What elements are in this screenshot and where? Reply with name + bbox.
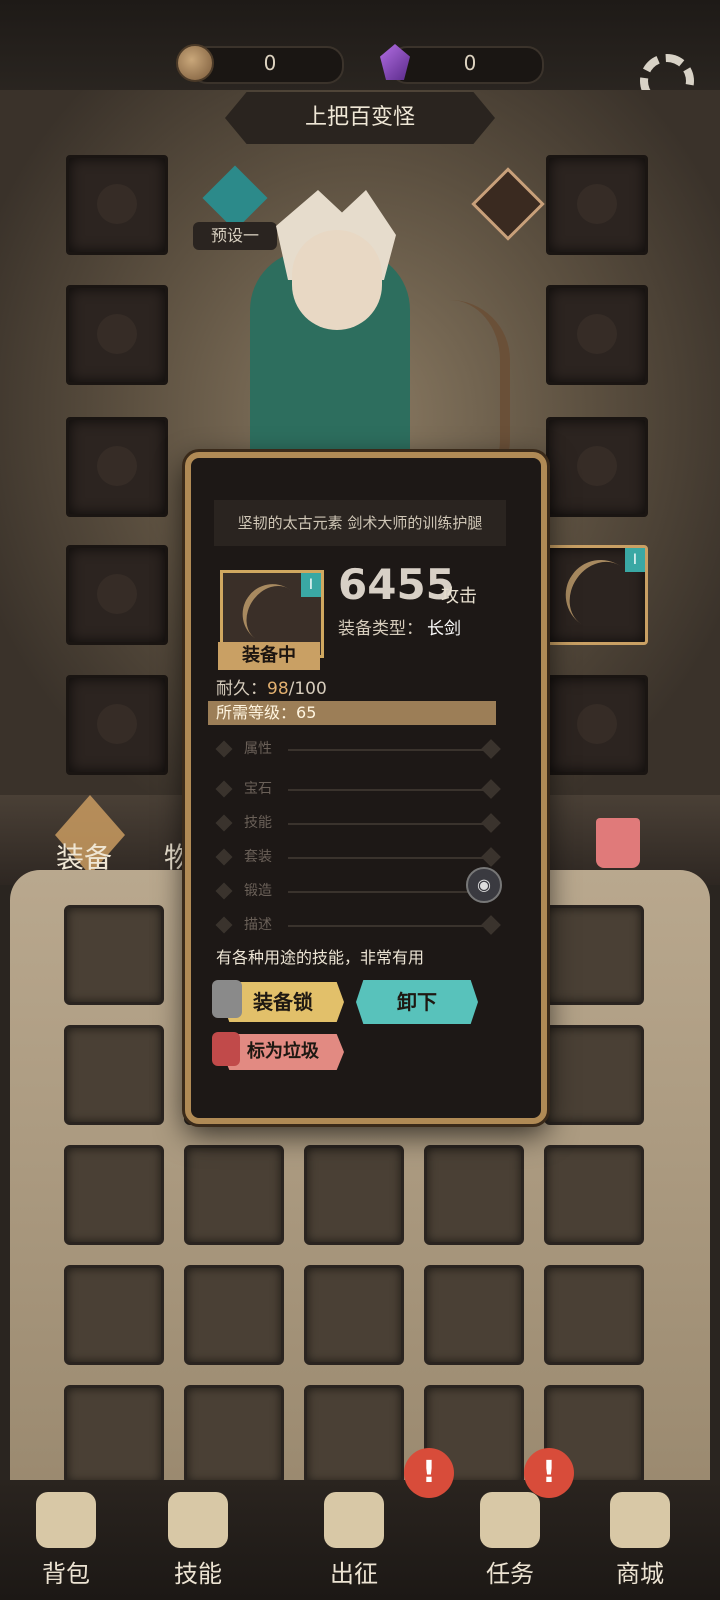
inventory-slot[interactable] [184, 1145, 284, 1245]
equip-slot-boots[interactable] [66, 675, 168, 775]
section-label: 套装 [244, 849, 272, 865]
coin-value: 0 [263, 51, 277, 75]
inventory-slot[interactable] [544, 1265, 644, 1365]
trash-flask-icon [212, 1032, 240, 1066]
tier-badge: I [625, 548, 645, 572]
boots-icon [97, 704, 137, 744]
preset-label[interactable]: 预设一 [193, 222, 277, 250]
eye-icon[interactable]: ◉ [466, 867, 502, 903]
inventory-slot[interactable] [424, 1265, 524, 1365]
equip-slot-helmet[interactable] [66, 155, 168, 255]
tier-badge: I [301, 573, 321, 597]
inventory-slot[interactable] [184, 1265, 284, 1365]
loadout-title: 上把百变怪 [225, 92, 495, 144]
durability-row: 耐久：98/100 [216, 674, 327, 699]
equip-type-label: 装备类型： [338, 619, 423, 639]
gloves-icon [97, 446, 137, 486]
nav-label: 技能 [174, 1560, 222, 1588]
item-name: 坚韧的太古元素 剑术大师的训练护腿 [214, 500, 506, 546]
section-label: 宝石 [244, 781, 272, 797]
inventory-slot[interactable] [544, 1025, 644, 1125]
required-level-bar: 所需等级：65 [208, 701, 496, 725]
gem-value: 0 [463, 51, 477, 75]
durability-label: 耐久： [216, 679, 267, 699]
inventory-slot[interactable] [184, 1385, 284, 1485]
inventory-slot[interactable] [304, 1265, 404, 1365]
ring-icon [577, 314, 617, 354]
equip-type-value: 长剑 [427, 619, 461, 639]
nav-label: 背包 [42, 1560, 90, 1588]
section-label: 技能 [244, 815, 272, 831]
helmet-icon [97, 184, 137, 224]
nav-skills[interactable]: 技能 [138, 1480, 258, 1600]
durability-max: /100 [288, 679, 327, 699]
inventory-slot[interactable] [64, 905, 164, 1005]
unequip-button[interactable]: 卸下 [356, 980, 478, 1024]
section-gems[interactable]: 宝石 [215, 778, 501, 800]
necklace-icon [577, 184, 617, 224]
section-attributes[interactable]: 属性 [215, 738, 501, 760]
inventory-slot[interactable] [544, 905, 644, 1005]
required-level-value: 65 [296, 703, 317, 722]
sword-map-icon [324, 1492, 384, 1548]
attack-label: 攻击 [441, 586, 477, 607]
inventory-slot[interactable] [304, 1145, 404, 1245]
inventory-slot[interactable] [64, 1145, 164, 1245]
inventory-slot[interactable] [64, 1025, 164, 1125]
nav-bag[interactable]: 背包 [6, 1480, 126, 1600]
shop-crest-icon [610, 1492, 670, 1548]
section-description[interactable]: 描述 [215, 914, 501, 936]
inventory-slot[interactable] [424, 1145, 524, 1245]
section-forge[interactable]: 锻造 [215, 880, 498, 902]
inventory-slot[interactable] [304, 1385, 404, 1485]
equipped-tag: 装备中 [218, 642, 320, 670]
padlock-icon [212, 980, 242, 1018]
scroll-icon [480, 1492, 540, 1548]
equip-slot-gloves[interactable] [66, 417, 168, 517]
section-label: 描述 [244, 917, 272, 933]
nav-quests[interactable]: 任务 [450, 1480, 570, 1600]
equip-type-row: 装备类型： 长剑 [338, 614, 461, 639]
inventory-slot[interactable] [64, 1385, 164, 1485]
skill-book-icon [168, 1492, 228, 1548]
quest-alert-icon: ! [524, 1448, 574, 1498]
section-skills[interactable]: 技能 [215, 812, 501, 834]
bag-icon [36, 1492, 96, 1548]
inventory-slot[interactable] [64, 1265, 164, 1365]
attack-value: 6455 [338, 560, 455, 609]
pants-icon [97, 574, 137, 614]
nav-expedition[interactable]: 出征 [294, 1480, 414, 1600]
expedition-alert-icon: ! [404, 1448, 454, 1498]
trash-icon[interactable] [596, 818, 640, 868]
equip-slot-shield[interactable] [546, 675, 648, 775]
inventory-slot[interactable] [544, 1145, 644, 1245]
required-level-label: 所需等级： [216, 703, 297, 722]
section-label: 锻造 [244, 883, 272, 899]
durability-value: 98 [267, 679, 289, 699]
section-label: 属性 [244, 741, 272, 757]
shield-icon [577, 704, 617, 744]
nav-label: 任务 [486, 1560, 534, 1588]
top-bar [0, 0, 720, 100]
nav-shop[interactable]: 商城 [580, 1480, 700, 1600]
equip-slot-armor[interactable] [66, 285, 168, 385]
hero-portrait [292, 230, 382, 330]
armor-icon [97, 314, 137, 354]
coin-icon [176, 44, 214, 82]
nav-label: 商城 [616, 1560, 664, 1588]
equip-slot-pants[interactable] [66, 545, 168, 645]
mark-as-trash-button[interactable]: 标为垃圾 [222, 1034, 344, 1070]
bracer-icon [577, 446, 617, 486]
section-set[interactable]: 套装 [215, 846, 501, 868]
equip-slot-weapon[interactable]: I [546, 545, 648, 645]
equip-slot-bracer[interactable] [546, 417, 648, 517]
item-description: 有各种用途的技能，非常有用 [216, 948, 425, 967]
equip-slot-necklace[interactable] [546, 155, 648, 255]
equip-slot-ring[interactable] [546, 285, 648, 385]
nav-label: 出征 [330, 1560, 378, 1588]
